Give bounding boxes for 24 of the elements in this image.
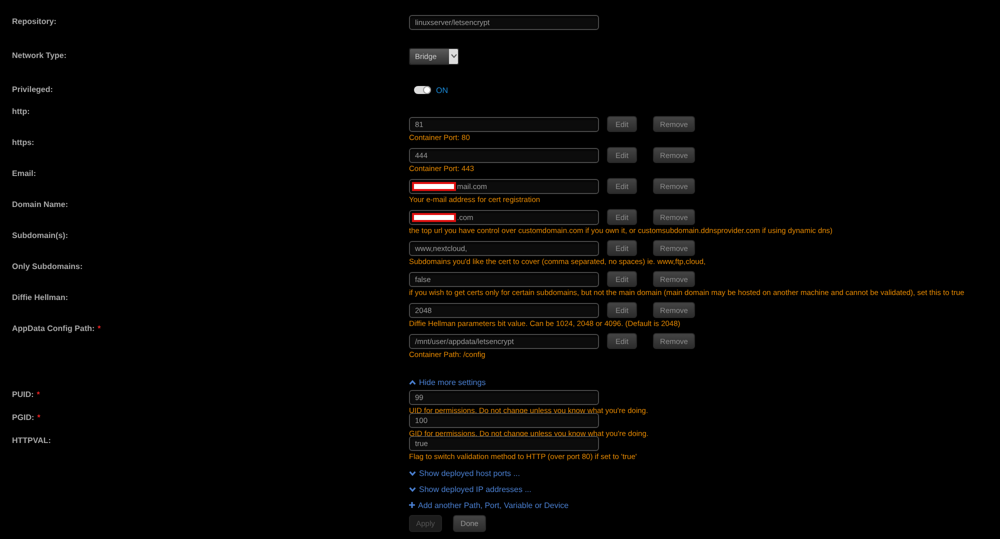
field-label: PGID: *	[12, 412, 42, 424]
field-label: AppData Config Path: *	[12, 323, 102, 335]
field-label: Diffie Hellman:	[12, 292, 70, 304]
link[interactable]: Show deployed host ports ...	[409, 469, 520, 478]
field-label: Network Type:	[12, 50, 68, 62]
field-label: https:	[12, 137, 36, 149]
field-label: Email:	[12, 168, 38, 180]
field-label: Domain Name:	[12, 199, 70, 211]
field-label: Repository:	[12, 16, 58, 28]
chevron-down-icon	[409, 487, 416, 492]
toggle-switch[interactable]	[414, 86, 431, 94]
caret-icon	[450, 54, 456, 58]
link[interactable]: Add another Path, Port, Variable or Device	[409, 500, 569, 510]
field-label: Only Subdomains:	[12, 261, 84, 273]
link[interactable]: Show deployed IP addresses ...	[409, 485, 532, 494]
plus-icon	[409, 502, 415, 508]
link[interactable]: Hide more settings	[409, 378, 486, 387]
field-label: http:	[12, 106, 31, 118]
field-label: HTTPVAL:	[12, 435, 52, 447]
field-label: PUID: *	[12, 389, 41, 401]
field-label: Subdomain(s):	[12, 230, 69, 242]
toggle-state: ON	[436, 86, 448, 94]
chevron-down-icon	[409, 471, 416, 476]
field-label: Privileged:	[12, 84, 54, 96]
